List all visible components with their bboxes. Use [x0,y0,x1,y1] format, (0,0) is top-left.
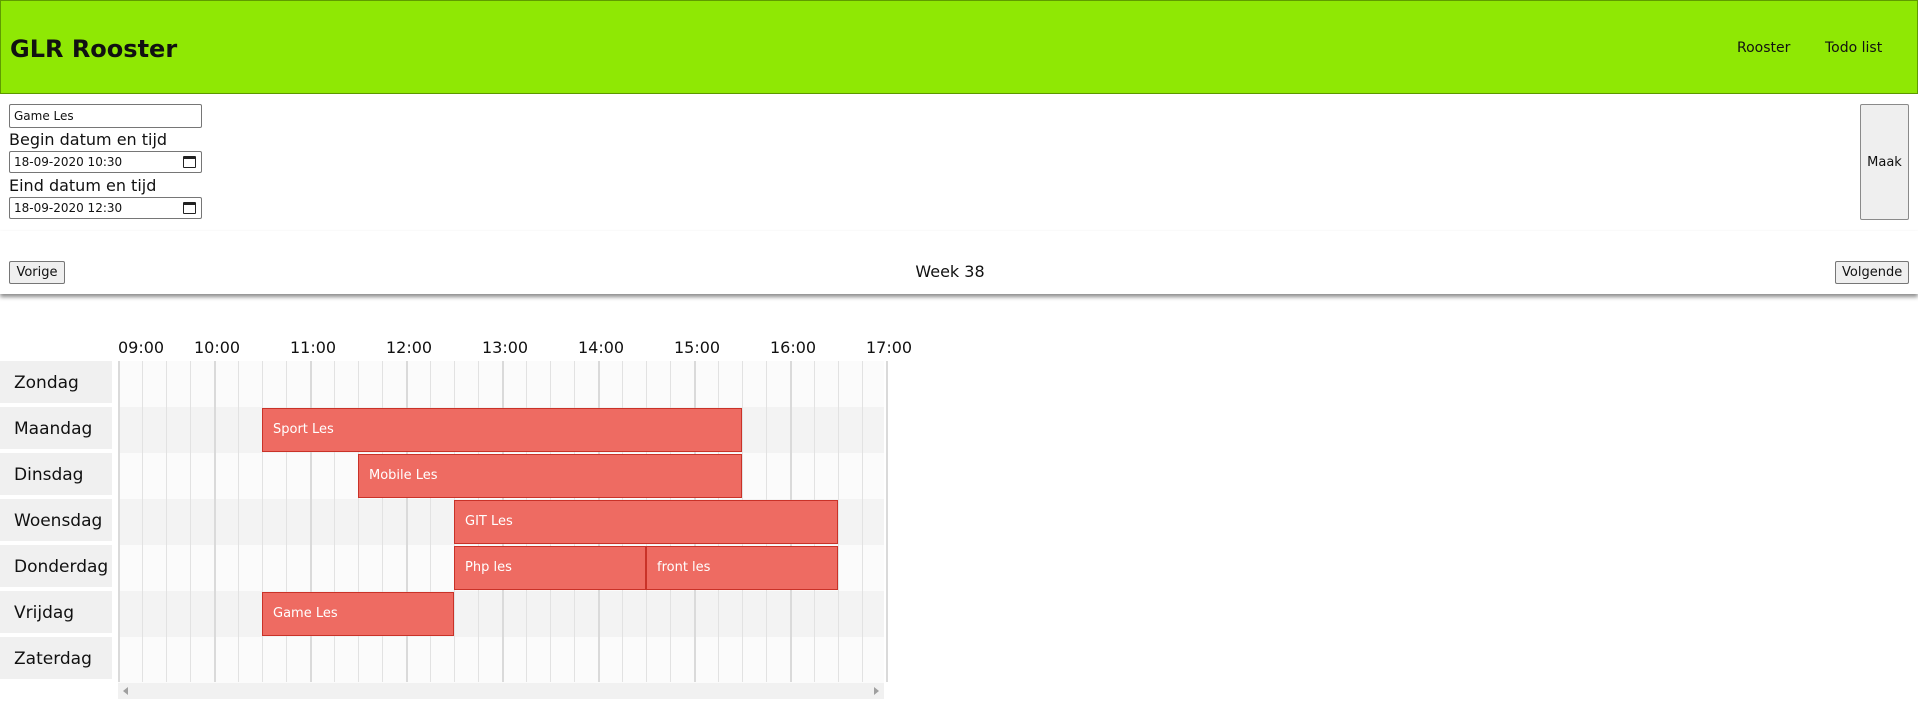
grid-line [118,361,120,682]
event-block[interactable]: Php les [454,546,646,590]
day-label: Donderdag [0,545,112,589]
previous-week-button[interactable]: Vorige [9,261,65,284]
time-label: 12:00 [386,338,433,357]
event-block[interactable]: Game Les [262,592,454,636]
grid-line [838,361,839,682]
begin-datetime-input[interactable]: 18-09-2020 10:30 [9,151,202,173]
time-label: 15:00 [674,338,721,357]
time-label: 11:00 [290,338,337,357]
nav-link-rooster[interactable]: Rooster [1737,39,1790,57]
time-label: 17:00 [866,338,913,357]
week-navigation: Vorige Week 38 Volgende [0,231,1918,294]
grid-line [214,361,216,682]
event-block[interactable]: Sport Les [262,408,742,452]
begin-datetime-label: Begin datum en tijd [9,130,168,149]
day-row [118,591,884,637]
schedule-grid: Sport Les Mobile Les GIT Les Php les front l… [118,361,888,683]
day-label: Zondag [0,361,112,405]
day-row [118,637,884,683]
grid-line [238,361,239,682]
event-block[interactable]: Mobile Les [358,454,742,498]
day-label: Maandag [0,407,112,451]
calendar-icon[interactable] [183,202,196,214]
begin-datetime-value: 18-09-2020 10:30 [14,155,123,169]
horizontal-scrollbar[interactable] [118,683,884,699]
create-event-form: Game Les Begin datum en tijd 18-09-2020 … [0,94,1918,231]
time-label: 16:00 [770,338,817,357]
scroll-right-arrow-icon[interactable] [874,687,879,695]
weekly-schedule: Sport Les Mobile Les GIT Les Php les front l… [0,294,912,707]
create-button[interactable]: Maak [1860,104,1909,220]
time-label: 14:00 [578,338,625,357]
calendar-icon[interactable] [183,156,196,168]
grid-line [190,361,191,682]
event-block[interactable]: GIT Les [454,500,838,544]
day-row [118,361,884,407]
grid-line [142,361,143,682]
time-label: 10:00 [194,338,241,357]
week-label: Week 38 [915,262,985,281]
grid-line [166,361,167,682]
nav-link-todo-list[interactable]: Todo list [1825,39,1882,57]
scroll-left-arrow-icon[interactable] [123,687,128,695]
day-label: Woensdag [0,499,112,543]
event-block[interactable]: front les [646,546,838,590]
app-title: GLR Rooster [10,35,178,63]
time-label: 09:00 [118,338,165,357]
day-label: Vrijdag [0,591,112,635]
end-datetime-input[interactable]: 18-09-2020 12:30 [9,197,202,219]
app-header: GLR Rooster Rooster Todo list [0,0,1918,94]
grid-line [862,361,863,682]
end-datetime-value: 18-09-2020 12:30 [14,201,123,215]
next-week-button[interactable]: Volgende [1835,261,1909,284]
day-label: Dinsdag [0,453,112,497]
event-name-input[interactable]: Game Les [9,104,202,128]
end-datetime-label: Eind datum en tijd [9,176,157,195]
day-label: Zaterdag [0,637,112,681]
time-label: 13:00 [482,338,529,357]
grid-line [886,361,888,682]
